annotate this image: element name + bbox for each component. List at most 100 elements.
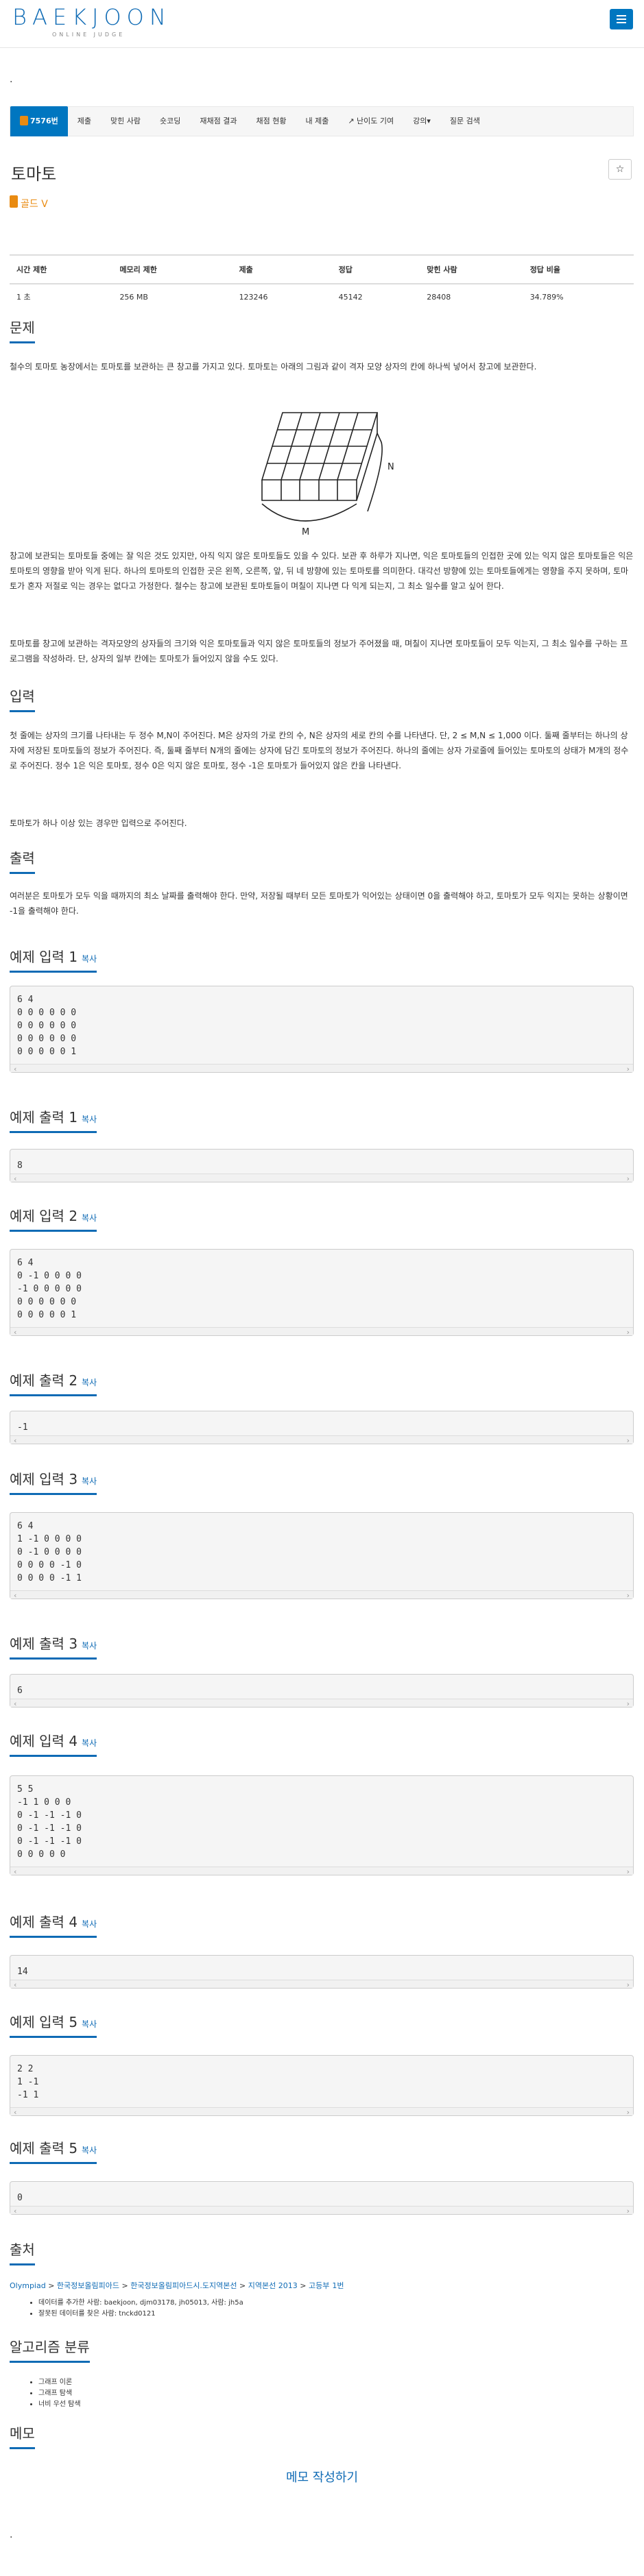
- sample-input-2[interactable]: 6 4 0 -1 0 0 0 0 -1 0 0 0 0 0 0 0 0 0 0 …: [10, 1249, 634, 1339]
- page-dot: .: [10, 2529, 13, 2540]
- sample-input-heading-1: 예제 입력 1 복사: [10, 946, 97, 973]
- horizontal-scrollbar[interactable]: [10, 1978, 633, 1991]
- menu-button[interactable]: [610, 9, 633, 29]
- breadcrumb-separator: >: [297, 2281, 309, 2290]
- table-cell: 1 초: [16, 293, 31, 302]
- horizontal-scrollbar[interactable]: [10, 1326, 633, 1339]
- copy-button[interactable]: 복사: [82, 2019, 97, 2029]
- horizontal-scrollbar[interactable]: [10, 1865, 633, 1878]
- copy-button[interactable]: 복사: [82, 2146, 97, 2155]
- tab-status[interactable]: 채점 현황: [246, 106, 296, 136]
- copy-button[interactable]: 복사: [82, 1213, 97, 1223]
- tab-difficulty[interactable]: ↗ 난이도 기여: [338, 106, 403, 136]
- table-header: 제출: [232, 254, 332, 284]
- algorithm-tag[interactable]: 그래프 탐색: [38, 2388, 81, 2399]
- section-heading-output: 출력: [10, 847, 35, 874]
- tab-rejudge[interactable]: 재채점 결과: [190, 106, 246, 136]
- sample-input-3[interactable]: 6 4 1 -1 0 0 0 0 0 -1 0 0 0 0 0 0 0 0 -1…: [10, 1512, 634, 1602]
- table-header: 정답: [331, 254, 420, 284]
- heading-label: 예제 출력 4: [10, 1914, 78, 1930]
- sample-input-5[interactable]: 2 2 1 -1 -1 1: [10, 2055, 634, 2119]
- copy-button[interactable]: 복사: [82, 1378, 97, 1387]
- hamburger-icon: [617, 15, 626, 16]
- horizontal-scrollbar[interactable]: [10, 1062, 633, 1076]
- heading-label: 예제 입력 5: [10, 2014, 78, 2030]
- source-link[interactable]: 한국정보올림피아드시.도지역본선: [130, 2281, 237, 2290]
- tab-submit[interactable]: 제출: [68, 106, 101, 136]
- figure-label-n: N: [387, 462, 394, 472]
- algorithm-tag[interactable]: 너비 우선 탐색: [38, 2399, 81, 2410]
- tab-problem-number[interactable]: 7576번: [10, 106, 68, 136]
- sample-input-heading-2: 예제 입력 2 복사: [10, 1205, 97, 1232]
- tab-label: 난이도 기여: [357, 117, 394, 125]
- tab-question-search[interactable]: 질문 검색: [440, 106, 490, 136]
- table-header: 시간 제한: [10, 254, 113, 284]
- copy-button[interactable]: 복사: [82, 1641, 97, 1651]
- copy-button[interactable]: 복사: [82, 1738, 97, 1748]
- source-link[interactable]: 1번: [332, 2281, 344, 2290]
- source-link[interactable]: 한국정보올림피아드: [57, 2281, 119, 2290]
- sample-input-1[interactable]: 6 4 0 0 0 0 0 0 0 0 0 0 0 0 0 0 0 0 0 0 …: [10, 986, 634, 1076]
- breadcrumb-separator: >: [45, 2281, 57, 2290]
- tab-lecture[interactable]: 강의▾: [403, 106, 440, 136]
- algorithm-tag[interactable]: 그래프 이론: [38, 2377, 81, 2388]
- horizontal-scrollbar[interactable]: [10, 1434, 633, 1447]
- source-link[interactable]: 지역본선 2013: [248, 2281, 298, 2290]
- tab-my-submissions[interactable]: 내 제출: [296, 106, 338, 136]
- sample-output-heading-2: 예제 출력 2 복사: [10, 1370, 97, 1396]
- copy-button[interactable]: 복사: [82, 954, 97, 964]
- table-cell: 34.789%: [529, 292, 564, 302]
- breadcrumb-separator: >: [237, 2281, 248, 2290]
- site-logo[interactable]: BAEKJOON: [12, 4, 171, 30]
- sample-input-heading-4: 예제 입력 4 복사: [10, 1730, 97, 1757]
- heading-label: 예제 입력 3: [10, 1471, 78, 1487]
- section-heading-problem: 문제: [10, 317, 35, 343]
- horizontal-scrollbar[interactable]: [10, 1589, 633, 1602]
- tier-icon: [10, 195, 18, 208]
- write-memo-button[interactable]: 메모 작성하기: [0, 2468, 644, 2486]
- heading-label: 예제 출력 3: [10, 1636, 78, 1652]
- table-header: 메모리 제한: [112, 254, 232, 284]
- sample-input-heading-5: 예제 입력 5 복사: [10, 2011, 97, 2038]
- tier-label[interactable]: 골드 V: [21, 197, 48, 210]
- horizontal-scrollbar[interactable]: [10, 2106, 633, 2119]
- star-icon[interactable]: ☆: [608, 159, 632, 180]
- sample-output-5[interactable]: 0: [10, 2181, 634, 2217]
- heading-label: 예제 입력 4: [10, 1733, 78, 1749]
- tier-badge-icon: [20, 116, 28, 125]
- tab-solved-users[interactable]: 맞힌 사람: [101, 106, 150, 136]
- hamburger-icon-line: [617, 22, 626, 23]
- problem-description: 철수의 토마토 농장에서는 토마토를 보관하는 큰 창고를 가지고 있다. 토마…: [10, 362, 537, 372]
- page-title: 토마토: [11, 165, 57, 184]
- copy-button[interactable]: 복사: [82, 1477, 97, 1486]
- source-link[interactable]: 고등부: [309, 2281, 329, 2290]
- sample-output-3[interactable]: 6: [10, 1674, 634, 1710]
- input-description-2: 토마토가 하나 이상 있는 경우만 입력으로 주어진다.: [10, 818, 187, 828]
- sample-output-heading-1: 예제 출력 1 복사: [10, 1106, 97, 1133]
- breadcrumb-separator: >: [119, 2281, 131, 2290]
- sample-input-4[interactable]: 5 5 -1 1 0 0 0 0 -1 -1 -1 0 0 -1 -1 -1 0…: [10, 1775, 634, 1878]
- table-cell: 123246: [239, 292, 268, 302]
- horizontal-scrollbar[interactable]: [10, 1172, 633, 1185]
- sample-output-4[interactable]: 14: [10, 1955, 634, 1991]
- horizontal-scrollbar[interactable]: [10, 2204, 633, 2217]
- tab-short-coding[interactable]: 숏코딩: [150, 106, 190, 136]
- problem-description-3: 토마토를 창고에 보관하는 격자모양의 상자들의 크기와 익은 토마토들과 익지…: [10, 639, 628, 664]
- copy-button[interactable]: 복사: [82, 1115, 97, 1124]
- table-header-row: 시간 제한 메모리 제한 제출 정답 맞힌 사람 정답 비율: [10, 254, 634, 284]
- site-header: BAEKJOON ONLINE JUDGE: [0, 0, 644, 48]
- table-header: 맞힌 사람: [420, 254, 523, 284]
- horizontal-scrollbar[interactable]: [10, 1697, 633, 1710]
- output-description: 여러분은 토마토가 모두 익을 때까지의 최소 날짜를 출력해야 한다. 만약,…: [10, 891, 628, 916]
- tab-label: 7576번: [30, 117, 58, 125]
- source-link[interactable]: Olympiad: [10, 2281, 46, 2290]
- section-heading-memo: 메모: [10, 2422, 35, 2449]
- sample-output-1[interactable]: 8: [10, 1149, 634, 1185]
- problem-description-2: 창고에 보관되는 토마토들 중에는 잘 익은 것도 있지만, 아직 익지 않은 …: [10, 551, 634, 591]
- table-cell: 256 MB: [119, 292, 148, 302]
- table-cell: 45142: [338, 292, 363, 302]
- sample-output-2[interactable]: -1: [10, 1411, 634, 1447]
- table-cell: 28408: [427, 292, 451, 302]
- copy-button[interactable]: 복사: [82, 1919, 97, 1929]
- problem-tabs: 7576번 제출 맞힌 사람 숏코딩 재채점 결과 채점 현황 내 제출 ↗ 난…: [10, 106, 634, 136]
